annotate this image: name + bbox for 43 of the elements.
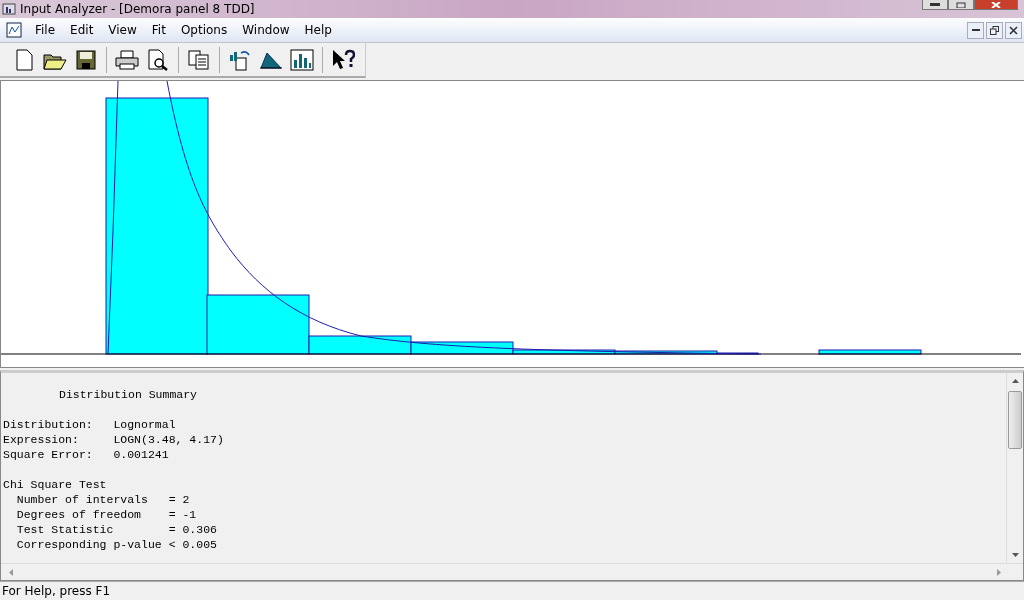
- restore-icon: [990, 25, 999, 35]
- copy-icon: [188, 49, 210, 70]
- printer-icon: [115, 49, 139, 70]
- pointer-question-icon: [331, 48, 355, 71]
- maximize-icon: [956, 1, 966, 8]
- window-title: Input Analyzer - [Demora panel 8 TDD]: [20, 2, 255, 16]
- summary-line: Degrees of freedom = -1: [15, 507, 198, 522]
- summary-line: Expression: LOGN(3.48, 4.17): [3, 432, 225, 447]
- summary-line: Square Error: 0.001241: [3, 447, 170, 462]
- summary-line: Corresponding p-value < 0.005: [15, 537, 218, 552]
- menu-item[interactable]: Options: [173, 21, 236, 39]
- close-button[interactable]: [1005, 21, 1022, 39]
- new-document-icon: [14, 48, 34, 71]
- menu-item[interactable]: Window: [235, 21, 298, 39]
- bar-chart-icon: [290, 48, 314, 71]
- minimize-button[interactable]: [967, 21, 984, 39]
- scroll-thumb[interactable]: [1008, 391, 1022, 449]
- minimize-button[interactable]: [922, 0, 948, 10]
- menu-item[interactable]: Edit: [63, 21, 102, 39]
- minimize-icon: [971, 28, 980, 32]
- close-icon: [1009, 25, 1018, 35]
- magnifier-document-icon: [147, 48, 169, 71]
- right-arrow-icon: [997, 568, 1001, 576]
- up-arrow-icon: [1011, 379, 1019, 383]
- left-arrow-icon: [9, 568, 13, 576]
- menu-item[interactable]: Help: [297, 21, 340, 39]
- close-icon: [991, 1, 1001, 8]
- minimize-icon: [930, 2, 940, 7]
- down-arrow-icon: [1011, 553, 1019, 557]
- summary-heading: Distribution Summary: [58, 387, 199, 402]
- menu-item[interactable]: View: [101, 21, 145, 39]
- summary-line: Chi Square Test: [3, 477, 108, 492]
- document-chart-icon: [6, 22, 22, 38]
- menu-item[interactable]: Fit: [144, 21, 174, 39]
- summary-line: Number of intervals = 2: [15, 492, 191, 507]
- triangle-distribution-icon: [259, 50, 283, 69]
- summary-line: Distribution: Lognormal: [3, 417, 177, 432]
- app-icon: [2, 3, 16, 15]
- menu-item[interactable]: File: [28, 21, 64, 39]
- summary-line: Test Statistic = 0.306: [15, 522, 218, 537]
- vertical-scrollbar[interactable]: [1006, 373, 1023, 563]
- status-text: For Help, press F1: [2, 584, 111, 598]
- restore-button[interactable]: [986, 21, 1003, 39]
